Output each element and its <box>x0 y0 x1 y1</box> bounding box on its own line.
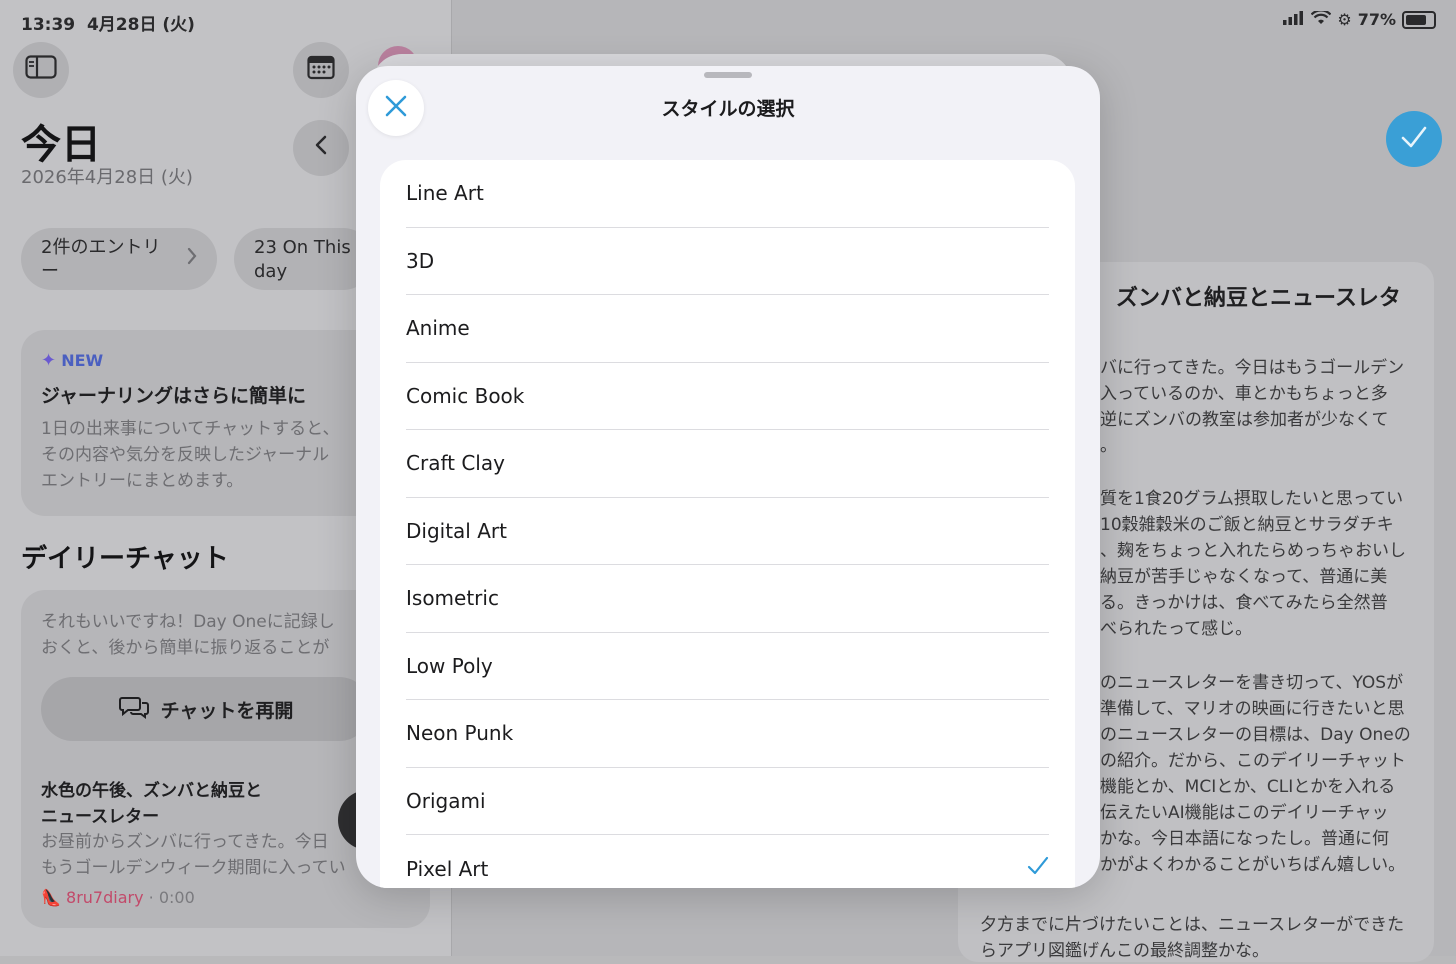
style-option-comic-book[interactable]: Comic Book <box>406 363 1049 430</box>
chat-icon <box>118 695 149 724</box>
battery-percent: 77% <box>1357 10 1396 29</box>
calendar-button[interactable] <box>293 42 349 98</box>
article-paragraph-1: バに行ってきた。今日はもうゴールデン 入っているのか、車とかもちょっと多 逆にズ… <box>1100 358 1405 456</box>
close-icon <box>384 94 408 122</box>
style-option-label: Isometric <box>406 586 499 611</box>
article-paragraph-4: 夕方までに片づけたいことは、ニュースレターができた らアプリ図鑑げんこの最終調整… <box>980 915 1405 961</box>
signal-icon <box>1283 10 1305 29</box>
page-title: 今日 <box>21 122 101 168</box>
entry-meta: 👠 8ru7diary · 0:00 <box>41 888 195 907</box>
style-list[interactable]: Line Art 3D Anime Comic Book Craft Clay … <box>380 160 1075 888</box>
style-option-label: Craft Clay <box>406 451 505 476</box>
sidebar-icon <box>25 55 57 85</box>
style-option-isometric[interactable]: Isometric <box>406 565 1049 633</box>
status-bar-indicators: ⚙ 77% <box>1283 9 1436 29</box>
chevron-right-icon <box>187 246 197 270</box>
style-option-craft-clay[interactable]: Craft Clay <box>406 430 1049 498</box>
style-option-label: 3D <box>406 248 435 273</box>
style-option-origami[interactable]: Origami <box>406 768 1049 835</box>
checkmark-icon <box>1400 122 1428 157</box>
style-option-digital-art[interactable]: Digital Art <box>406 498 1049 565</box>
entries-pill[interactable]: 2件のエントリー <box>21 228 217 290</box>
promo-body: 1日の出来事についてチャットすると、 その内容や気分を反映したジャーナル エント… <box>41 419 340 491</box>
style-option-pixel-art[interactable]: Pixel Art <box>406 835 1049 888</box>
resume-chat-label: チャットを再開 <box>160 699 294 722</box>
style-option-label: Origami <box>406 788 486 813</box>
previous-day-button[interactable] <box>293 120 349 176</box>
style-option-low-poly[interactable]: Low Poly <box>406 633 1049 700</box>
promo-card[interactable]: ✦ NEW ジャーナリングはさらに簡単に 1日の出来事についてチャットすると、 … <box>21 330 381 516</box>
orientation-lock-icon: ⚙ <box>1337 10 1352 29</box>
entry-title[interactable]: 水色の午後、ズンバと納豆と ニュースレター <box>41 778 341 830</box>
style-option-label: Neon Punk <box>406 721 514 746</box>
chat-preview: それもいいですね！Day Oneに記録し おくと、後から簡単に振り返ることが <box>41 612 335 658</box>
article-paragraph-3: のニュースレターを書き切って、YOSが 準備して、マリオの映画に行きたいと思 の… <box>1100 673 1411 875</box>
style-picker-sheet: スタイルの選択 Line Art 3D Anime Comic Book Cra… <box>356 66 1100 888</box>
style-option-3d[interactable]: 3D <box>406 228 1049 295</box>
sparkle-icon: ✦ <box>41 350 57 371</box>
entries-pill-label: 2件のエントリー <box>41 237 161 282</box>
on-this-day-label: 23 On This day <box>254 237 351 282</box>
on-this-day-pill[interactable]: 23 On This day <box>234 228 374 290</box>
style-option-label: Digital Art <box>406 518 507 543</box>
status-bar-time: 13:39 4月28日 (火) <box>21 15 195 35</box>
sidebar-toggle-button[interactable] <box>13 42 69 98</box>
battery-icon <box>1402 10 1436 29</box>
article-paragraph-2: 質を1食20グラム摂取したいと思ってい 10穀雑穀米のご飯と納豆とサラダチキ 、… <box>1100 489 1406 639</box>
chevron-left-icon <box>315 135 327 161</box>
style-option-label: Line Art <box>406 181 484 206</box>
sheet-title: スタイルの選択 <box>661 98 795 120</box>
sheet-grabber[interactable] <box>704 72 752 78</box>
style-option-neon-punk[interactable]: Neon Punk <box>406 700 1049 768</box>
calendar-icon <box>307 54 335 86</box>
resume-chat-button[interactable]: チャットを再開 <box>41 677 371 741</box>
style-option-line-art[interactable]: Line Art <box>406 160 1049 228</box>
done-button[interactable] <box>1386 111 1442 167</box>
daily-chat-heading: デイリーチャット <box>21 544 229 574</box>
style-option-label: Anime <box>406 316 470 341</box>
new-badge: ✦ NEW <box>41 350 104 371</box>
article-title: ズンバと納豆とニュースレタ <box>1116 286 1401 311</box>
wifi-icon <box>1311 9 1332 29</box>
entry-excerpt: お昼前からズンバに行ってきた。今日 もうゴールデンウィーク期間に入ってい <box>41 832 346 878</box>
style-option-label: Low Poly <box>406 653 493 678</box>
style-option-label: Pixel Art <box>406 856 489 881</box>
style-option-anime[interactable]: Anime <box>406 295 1049 363</box>
style-option-label: Comic Book <box>406 383 525 408</box>
heel-icon: 👠 <box>41 888 61 907</box>
close-button[interactable] <box>368 80 424 136</box>
checkmark-icon <box>1027 856 1049 881</box>
page-date: 2026年4月28日 (火) <box>21 167 193 188</box>
promo-title: ジャーナリングはさらに簡単に <box>41 385 307 407</box>
